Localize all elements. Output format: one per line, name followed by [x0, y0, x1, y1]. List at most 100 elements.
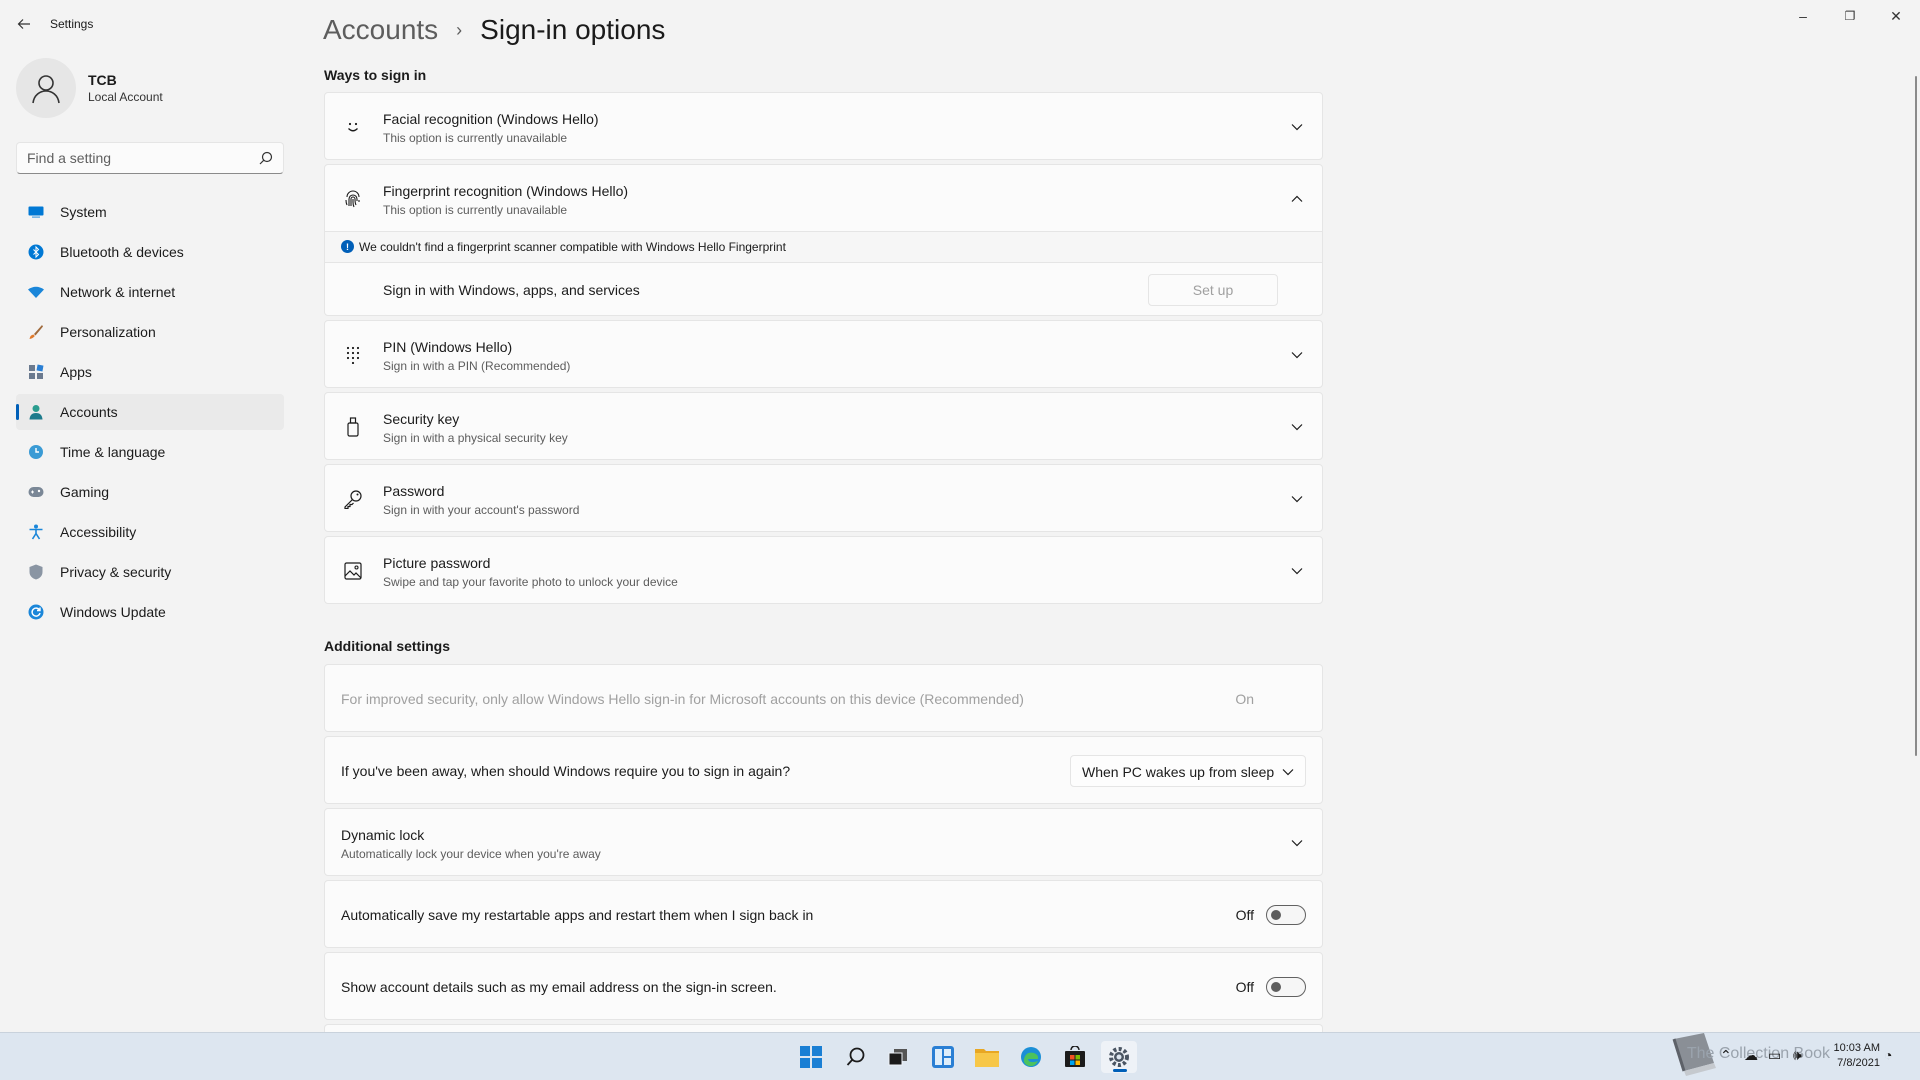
settings-icon[interactable]	[1101, 1041, 1137, 1073]
picture-password-card[interactable]: Picture password Swipe and tap your favo…	[324, 536, 1323, 604]
clock[interactable]: 10:03 AM 7/8/2021	[1834, 1041, 1880, 1071]
minimize-button[interactable]: –	[1780, 0, 1826, 32]
sidebar-item-label: System	[60, 204, 107, 220]
additional-settings-heading: Additional settings	[324, 638, 450, 654]
account-details-row: Show account details such as my email ad…	[324, 952, 1323, 1020]
clock-date: 7/8/2021	[1837, 1057, 1880, 1069]
restart-apps-toggle[interactable]	[1266, 905, 1306, 925]
breadcrumb: Accounts › Sign-in options	[323, 10, 665, 50]
store-icon[interactable]	[1057, 1041, 1093, 1073]
page-title: Sign-in options	[480, 14, 666, 45]
apps-icon	[28, 364, 44, 380]
keypad-icon	[343, 345, 363, 365]
sidebar-item-accounts[interactable]: Accounts	[16, 394, 284, 430]
dynamic-lock-card[interactable]: Dynamic lock Automatically lock your dev…	[324, 808, 1323, 876]
network-icon[interactable]: ▭	[1768, 1047, 1781, 1064]
fingerprint-recognition-subtitle: This option is currently unavailable	[383, 203, 568, 217]
password-card[interactable]: Password Sign in with your account's pas…	[324, 464, 1323, 532]
close-button[interactable]: ✕	[1873, 0, 1919, 32]
sidebar-item-network[interactable]: Network & internet	[16, 274, 284, 310]
file-explorer-icon[interactable]	[969, 1041, 1005, 1073]
user-profile[interactable]: TCB Local Account	[16, 58, 286, 118]
restart-apps-label: Automatically save my restartable apps a…	[341, 907, 814, 923]
chevron-down-icon[interactable]	[1290, 836, 1304, 850]
sidebar-item-label: Gaming	[60, 484, 110, 500]
picture-password-title: Picture password	[383, 555, 491, 571]
search-icon[interactable]	[838, 1041, 874, 1073]
chevron-up-icon[interactable]: ⌃	[1720, 1047, 1732, 1064]
wifi-icon	[28, 284, 44, 300]
require-signin-dropdown[interactable]: When PC wakes up from sleep	[1070, 755, 1306, 787]
sidebar-item-apps[interactable]: Apps	[16, 354, 284, 390]
sidebar-item-system[interactable]: System	[16, 194, 284, 230]
sidebar-item-label: Time & language	[60, 444, 166, 460]
sidebar-item-label: Personalization	[60, 324, 156, 340]
chevron-down-icon[interactable]	[1290, 348, 1304, 362]
restart-apps-state: Off	[1235, 907, 1254, 923]
search-input[interactable]	[17, 143, 247, 173]
task-view-icon[interactable]	[880, 1041, 916, 1073]
chevron-down-icon[interactable]	[1290, 120, 1304, 134]
hello-only-state: On	[1235, 691, 1254, 707]
sidebar-item-privacy[interactable]: Privacy & security	[16, 554, 284, 590]
password-title: Password	[383, 483, 445, 499]
fingerprint-info-text: We couldn't find a fingerprint scanner c…	[359, 240, 786, 254]
update-icon	[28, 604, 44, 620]
chevron-down-icon[interactable]	[1290, 420, 1304, 434]
picture-password-subtitle: Swipe and tap your favorite photo to unl…	[383, 575, 678, 589]
globe-clock-icon	[28, 444, 44, 460]
search-box	[16, 142, 284, 174]
require-signin-selected: When PC wakes up from sleep	[1082, 764, 1275, 780]
restart-apps-row: Automatically save my restartable apps a…	[324, 880, 1323, 948]
security-key-card[interactable]: Security key Sign in with a physical sec…	[324, 392, 1323, 460]
breadcrumb-accounts-link[interactable]: Accounts	[323, 14, 438, 46]
info-icon: !	[341, 240, 354, 253]
sidebar-item-personalization[interactable]: Personalization	[16, 314, 284, 350]
chevron-down-icon[interactable]	[1290, 564, 1304, 578]
account-details-state: Off	[1235, 979, 1254, 995]
accessibility-icon	[28, 524, 44, 540]
account-details-toggle[interactable]	[1266, 977, 1306, 997]
profile-account-type: Local Account	[88, 90, 163, 104]
sidebar-item-time-language[interactable]: Time & language	[16, 434, 284, 470]
clock-time: 10:03 AM	[1833, 1042, 1880, 1054]
pin-card[interactable]: PIN (Windows Hello) Sign in with a PIN (…	[324, 320, 1323, 388]
require-signin-label: If you've been away, when should Windows…	[341, 763, 791, 779]
volume-icon[interactable]: 🕪	[1793, 1047, 1802, 1064]
edge-icon[interactable]	[1013, 1041, 1049, 1073]
facial-recognition-subtitle: This option is currently unavailable	[383, 131, 568, 145]
facial-recognition-title: Facial recognition (Windows Hello)	[383, 111, 599, 127]
restore-button[interactable]: ❐	[1827, 0, 1873, 32]
back-button[interactable]	[14, 14, 34, 34]
title-bar: Settings – ❐ ✕	[0, 0, 1920, 48]
chevron-up-icon[interactable]	[1290, 192, 1304, 206]
pin-subtitle: Sign in with a PIN (Recommended)	[383, 359, 571, 373]
hello-only-row: For improved security, only allow Window…	[324, 664, 1323, 732]
fingerprint-signin-label: Sign in with Windows, apps, and services	[383, 282, 640, 298]
set-up-button[interactable]: Set up	[1148, 274, 1278, 306]
sidebar-item-bluetooth[interactable]: Bluetooth & devices	[16, 234, 284, 270]
notification-icon[interactable]: ◔	[1884, 1047, 1892, 1063]
person-icon	[28, 404, 44, 420]
ways-to-sign-in-heading: Ways to sign in	[324, 67, 427, 83]
chevron-down-icon[interactable]	[1290, 492, 1304, 506]
sidebar-item-label: Windows Update	[60, 604, 166, 620]
taskbar: The Collection Book ⌃ ☁ ▭ 🕪 10:03 AM 7/8…	[0, 1032, 1920, 1080]
onedrive-cloud-icon[interactable]: ☁	[1744, 1047, 1758, 1064]
avatar	[16, 58, 76, 118]
fingerprint-recognition-card[interactable]: Fingerprint recognition (Windows Hello) …	[324, 164, 1323, 232]
facial-recognition-card[interactable]: Facial recognition (Windows Hello) This …	[324, 92, 1323, 160]
watermark-text: The Collection Book	[1686, 1045, 1830, 1062]
sidebar-item-gaming[interactable]: Gaming	[16, 474, 284, 510]
sidebar-item-windows-update[interactable]: Windows Update	[16, 594, 284, 630]
image-icon	[343, 561, 363, 581]
restore-icon: ❐	[1844, 9, 1856, 23]
widgets-icon[interactable]	[925, 1041, 961, 1073]
vertical-scrollbar[interactable]	[1915, 76, 1917, 756]
fingerprint-icon	[343, 189, 363, 209]
windows-start-icon[interactable]	[793, 1041, 829, 1073]
sidebar-item-label: Apps	[60, 364, 92, 380]
sidebar-item-accessibility[interactable]: Accessibility	[16, 514, 284, 550]
search-icon[interactable]	[259, 151, 273, 165]
fingerprint-recognition-title: Fingerprint recognition (Windows Hello)	[383, 183, 629, 199]
